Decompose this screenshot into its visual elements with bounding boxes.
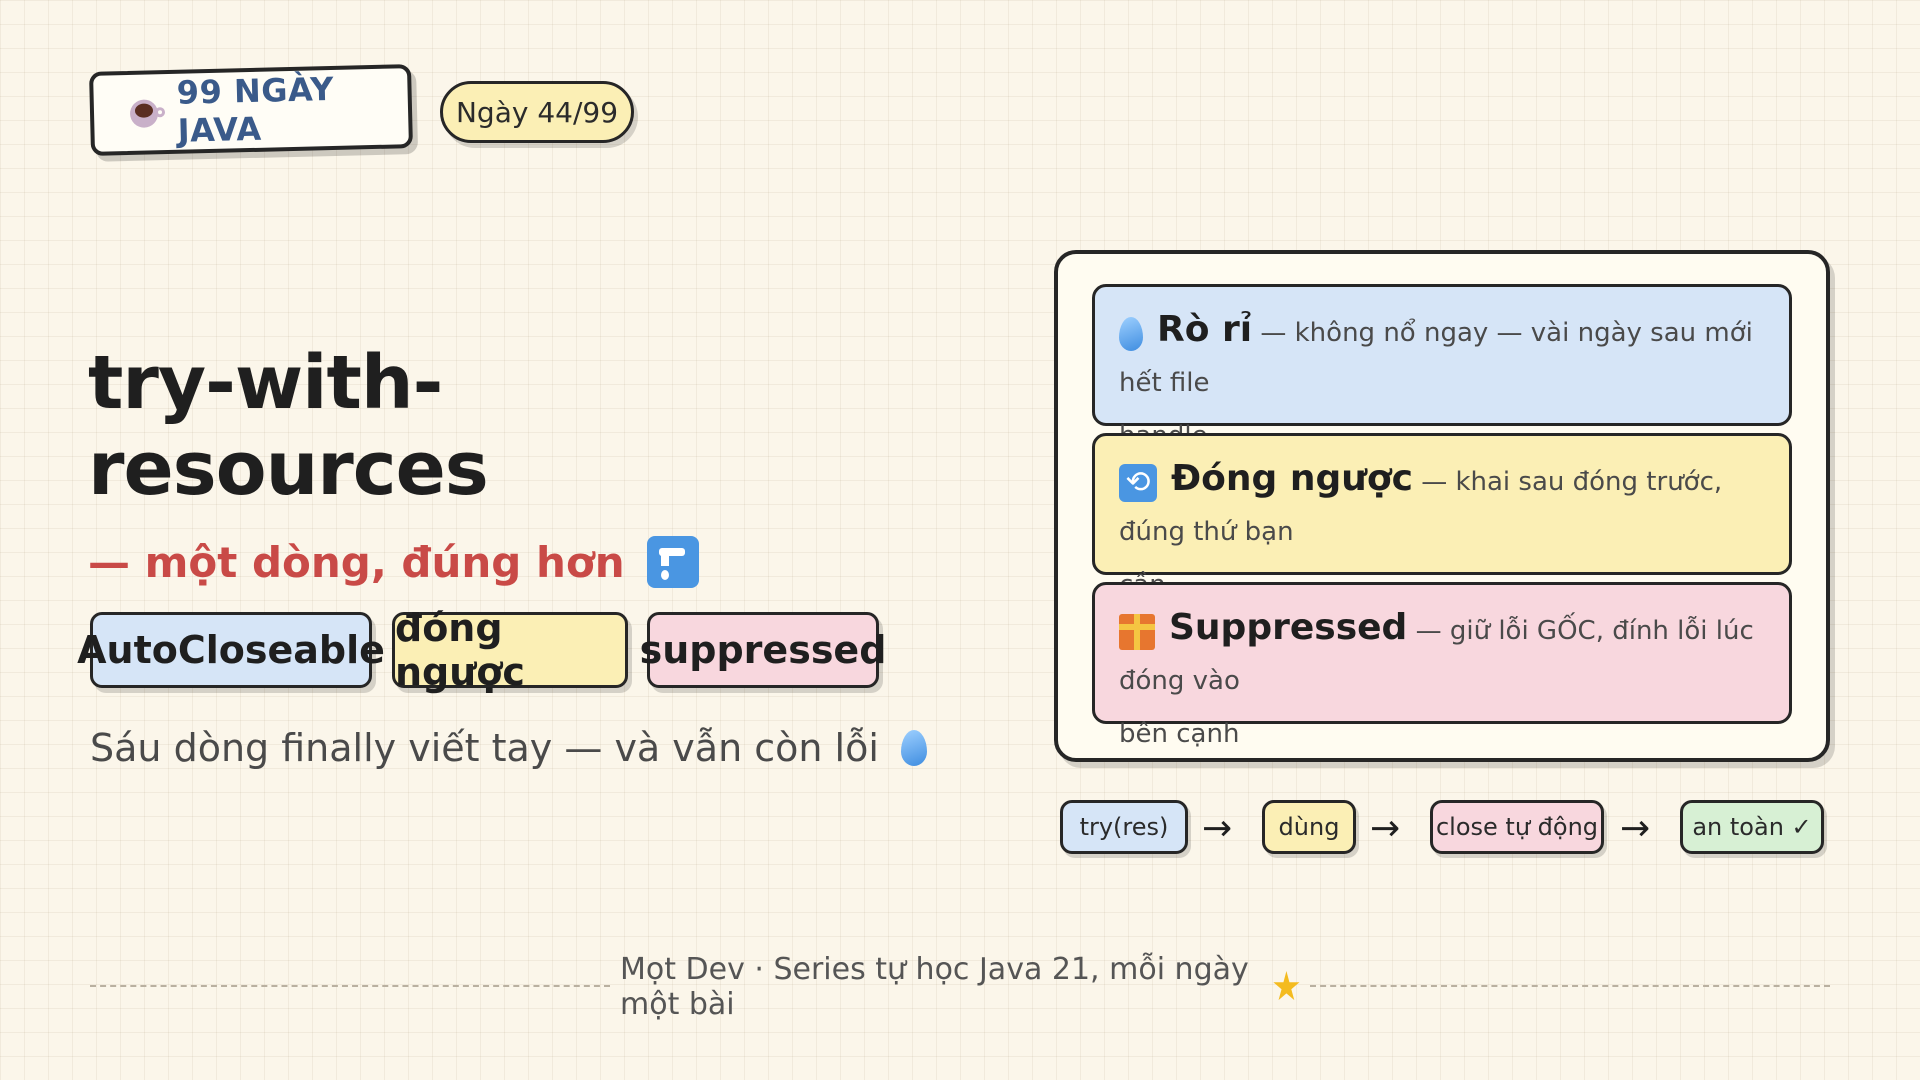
card-head: Đóng ngược — [1171, 458, 1413, 499]
flow-step-autoclose: close tự động — [1430, 800, 1604, 854]
series-badge: 99 NGÀY JAVA — [89, 64, 413, 156]
subtitle: — một dòng, đúng hơn — [88, 530, 699, 594]
card-suppressed: Suppressed — giữ lỗi GỐC, đính lỗi lúc đ… — [1092, 582, 1792, 749]
tag-reverse-close: đóng ngược — [392, 606, 628, 694]
arrow-right-icon: → — [1370, 808, 1401, 849]
coffee-cup-icon — [129, 97, 166, 128]
card-text-continued: bên cạnh — [1119, 719, 1240, 749]
tag-suppressed: suppressed — [640, 612, 886, 688]
card-reverse-close: ⟲ Đóng ngược — khai sau đóng trước, đúng … — [1092, 433, 1792, 600]
subtitle-text: — một dòng, đúng hơn — [88, 537, 625, 587]
card-leak: Rò rỉ — không nổ ngay — vài ngày sau mới… — [1092, 284, 1792, 451]
gift-icon — [1119, 613, 1155, 650]
title-line-1: try-with- — [88, 340, 443, 426]
arrow-right-icon: → — [1202, 808, 1233, 849]
card-head: Rò rỉ — [1157, 309, 1253, 350]
tagline-text: Sáu dòng finally viết tay — và vẫn còn l… — [90, 726, 879, 770]
flow-step-try: try(res) — [1060, 800, 1188, 854]
tag-autocloseable: AutoCloseable — [77, 612, 385, 688]
footer-divider-right — [1310, 985, 1830, 987]
flow-step-use: dùng — [1262, 800, 1356, 854]
flow-step-safe: an toàn ✓ — [1680, 800, 1824, 854]
footer-text: Mọt Dev · Series tự học Java 21, mỗi ngà… — [620, 952, 1249, 1022]
footer: Mọt Dev · Series tự học Java 21, mỗi ngà… — [620, 952, 1300, 1022]
droplet-icon — [900, 730, 927, 766]
star-icon — [1273, 971, 1300, 1001]
reverse-arrows-icon: ⟲ — [1119, 463, 1157, 502]
series-label: 99 NGÀY JAVA — [176, 69, 335, 150]
card-head: Suppressed — [1169, 607, 1408, 648]
arrow-right-icon: → — [1620, 808, 1651, 849]
faucet-icon — [646, 536, 699, 588]
footer-divider-left — [90, 985, 610, 987]
title-line-2: resources — [88, 426, 489, 512]
droplet-icon — [1119, 316, 1143, 351]
day-counter-badge: Ngày 44/99 — [440, 81, 634, 143]
tagline: Sáu dòng finally viết tay — và vẫn còn l… — [90, 716, 927, 780]
page-title: try-with- resources — [88, 340, 608, 512]
